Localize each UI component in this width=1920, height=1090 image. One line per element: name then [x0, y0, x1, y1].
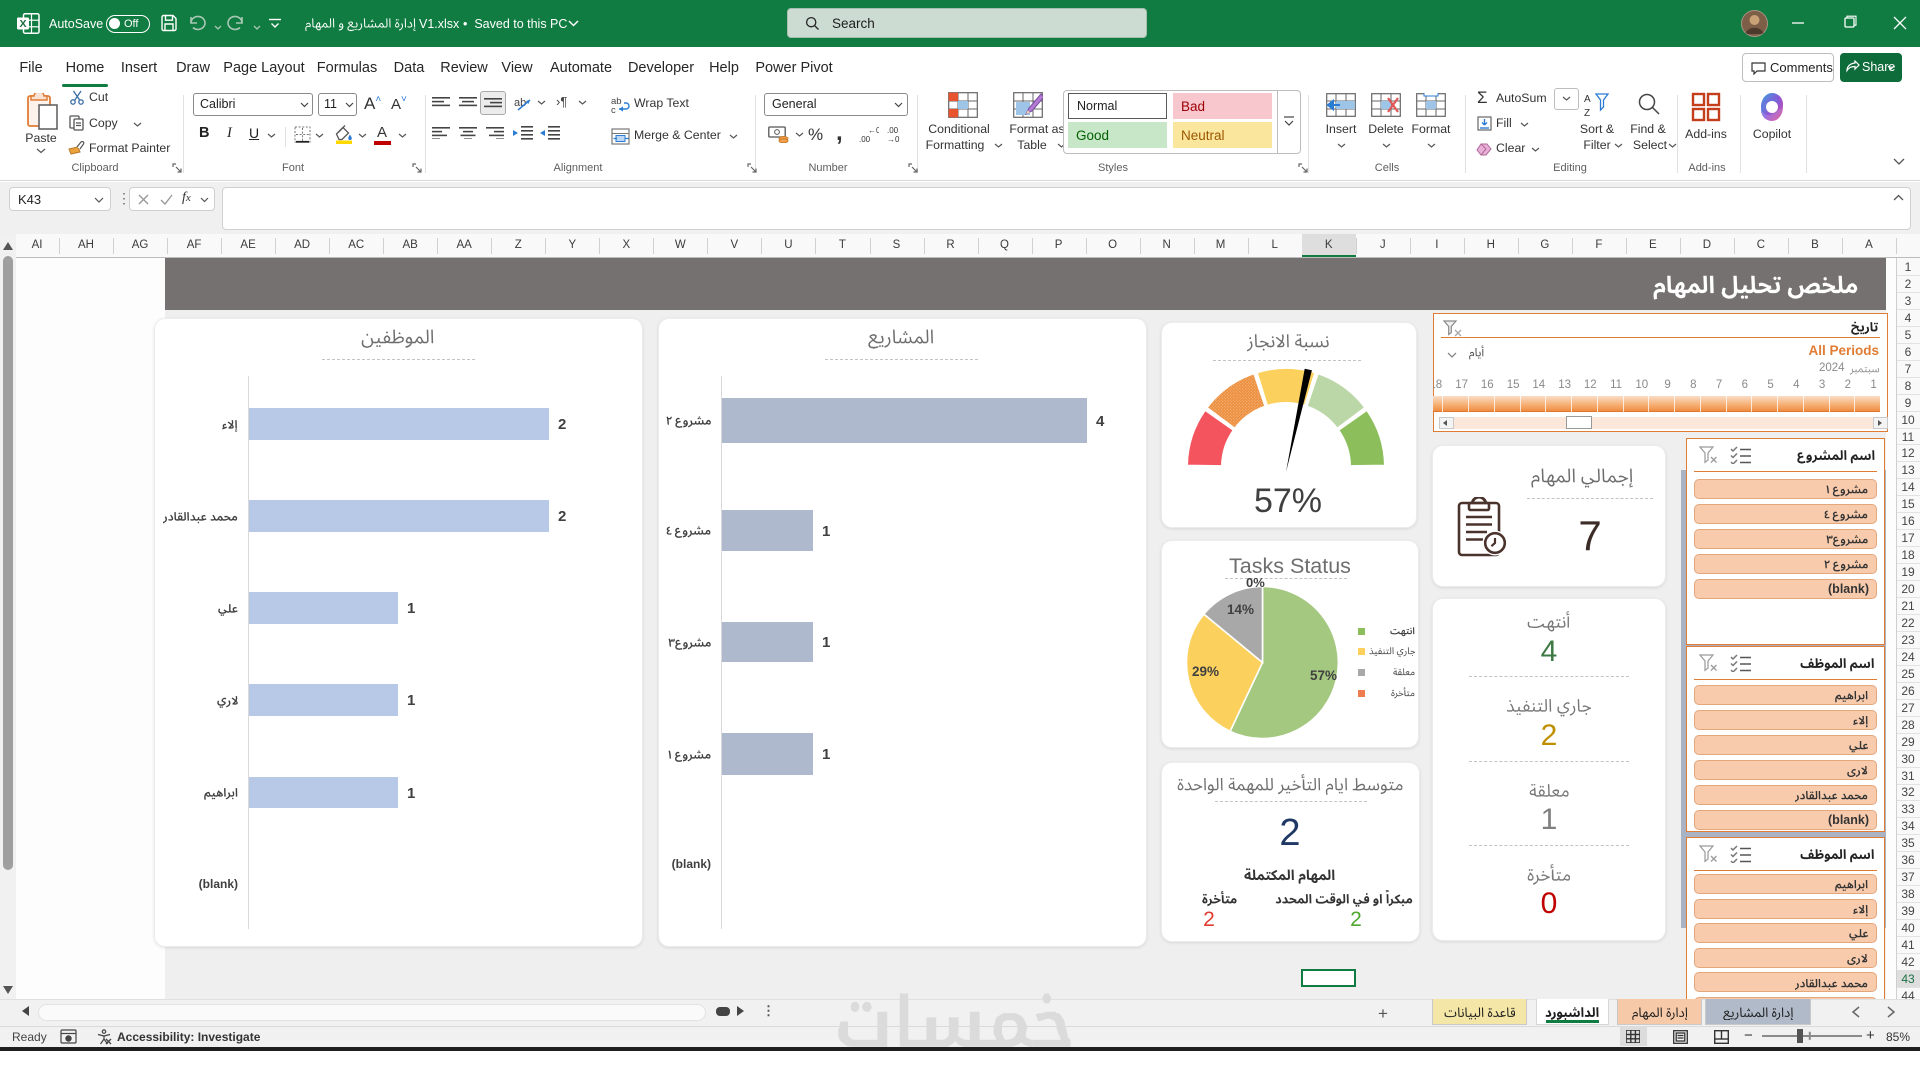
svg-text:.00: .00: [859, 135, 871, 143]
svg-text:ab: ab: [514, 97, 526, 109]
svg-text:X: X: [19, 18, 26, 30]
svg-text:.00: .00: [887, 126, 899, 135]
svg-text:A: A: [1584, 94, 1591, 105]
svg-text:Z: Z: [1584, 108, 1590, 118]
svg-text:←0: ←0: [868, 126, 879, 135]
svg-text:→0: →0: [887, 135, 900, 143]
svg-text:c: c: [611, 105, 616, 114]
